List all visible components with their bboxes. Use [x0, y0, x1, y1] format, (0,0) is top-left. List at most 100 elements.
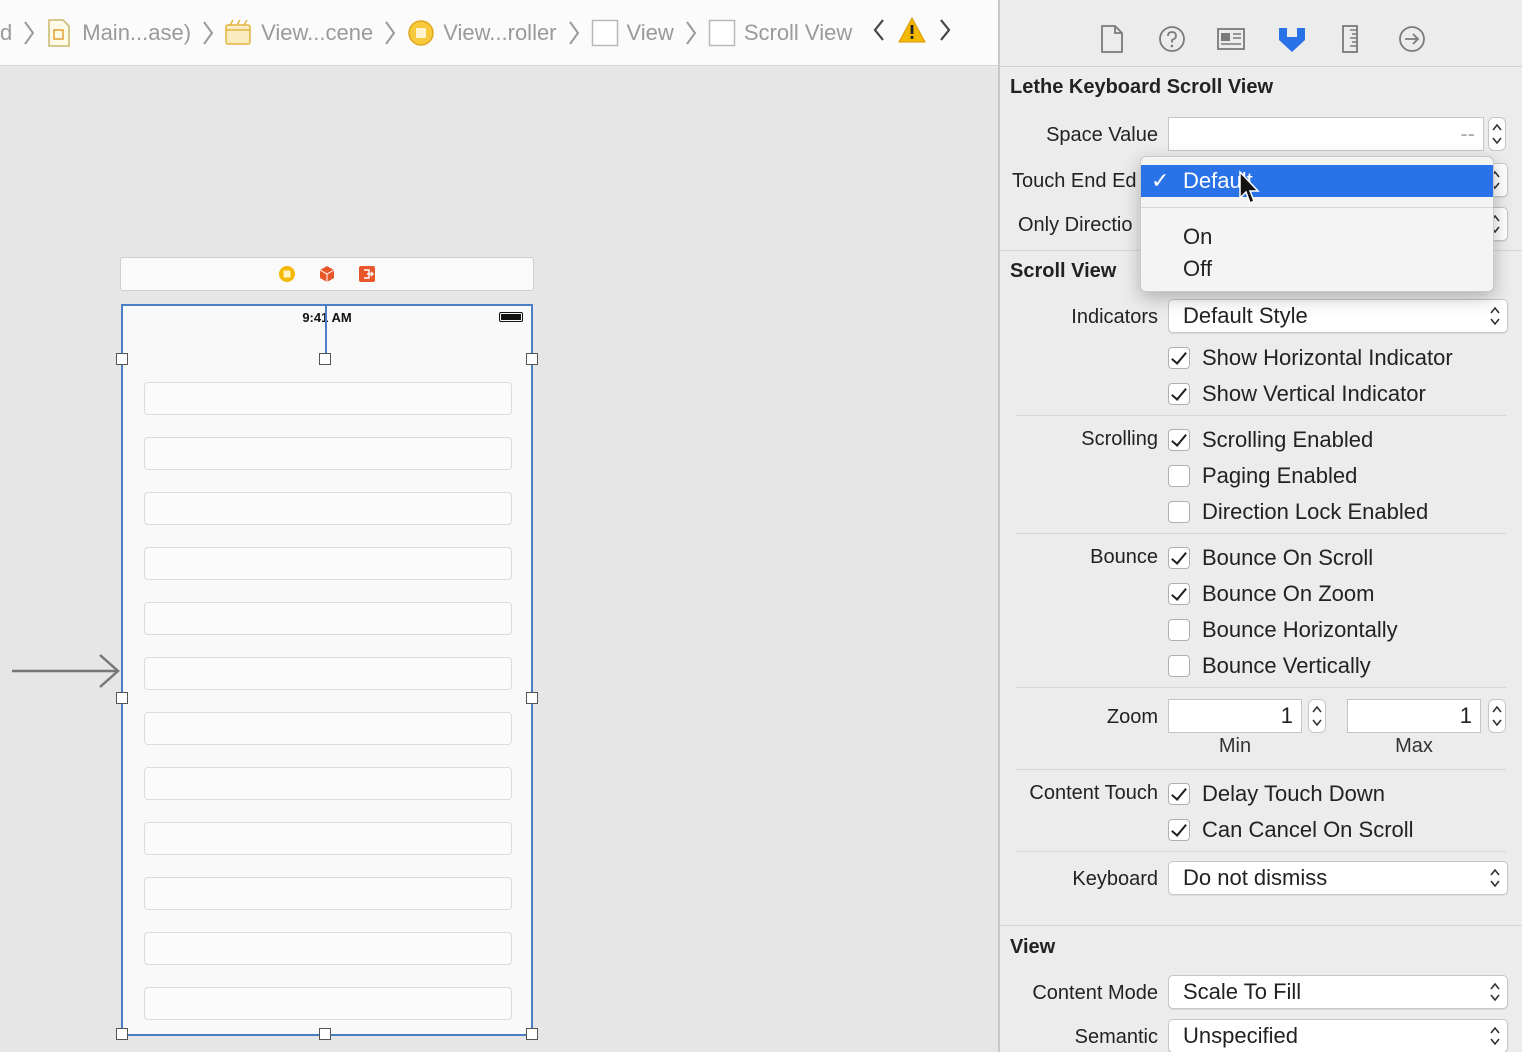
breadcrumb-item-view[interactable]: View: [591, 0, 674, 65]
checkbox-checked[interactable]: [1168, 819, 1190, 841]
text-field-placeholder[interactable]: [144, 382, 512, 415]
menu-item-off[interactable]: Off: [1141, 253, 1493, 285]
text-field-placeholder[interactable]: [144, 822, 512, 855]
bounce-horizontally-checkbox[interactable]: Bounce Horizontally: [1168, 617, 1398, 643]
breadcrumb-item-scroll-view[interactable]: Scroll View: [708, 0, 852, 65]
checkbox-checked[interactable]: [1168, 583, 1190, 605]
inspector-tab-bar: [1000, 0, 1522, 67]
storyboard-canvas[interactable]: 9:41 AM: [0, 67, 998, 1052]
direction-lock-checkbox[interactable]: Direction Lock Enabled: [1168, 499, 1428, 525]
first-responder-icon[interactable]: [318, 265, 336, 283]
text-field-placeholder[interactable]: [144, 492, 512, 525]
updown-chevron-icon: [1490, 982, 1500, 1002]
scroll-view-frame[interactable]: 9:41 AM: [121, 304, 533, 1036]
checkbox-checked[interactable]: [1168, 383, 1190, 405]
checkbox-unchecked[interactable]: [1168, 465, 1190, 487]
content-mode-value: Scale To Fill: [1183, 979, 1302, 1004]
can-cancel-on-scroll-checkbox[interactable]: Can Cancel On Scroll: [1168, 817, 1414, 843]
scrolling-enabled-checkbox[interactable]: Scrolling Enabled: [1168, 427, 1373, 453]
breadcrumb-item[interactable]: d: [0, 0, 12, 65]
text-field-placeholder[interactable]: [144, 657, 512, 690]
text-field-placeholder[interactable]: [144, 437, 512, 470]
menu-item-on[interactable]: On: [1141, 221, 1493, 253]
bounce-on-zoom-checkbox[interactable]: Bounce On Zoom: [1168, 581, 1374, 607]
chevron-left-icon[interactable]: [870, 16, 888, 50]
checkbox-checked[interactable]: [1168, 783, 1190, 805]
zoom-min-stepper[interactable]: [1308, 699, 1326, 733]
show-vertical-checkbox[interactable]: Show Vertical Indicator: [1168, 381, 1426, 407]
content-mode-popup[interactable]: Scale To Fill: [1168, 975, 1508, 1009]
space-value-field[interactable]: --: [1168, 117, 1484, 151]
zoom-max-field[interactable]: 1: [1347, 699, 1481, 733]
breadcrumb-label: Scroll View: [743, 19, 853, 45]
resize-handle[interactable]: [116, 1028, 128, 1040]
resize-handle[interactable]: [116, 353, 128, 365]
resize-handle[interactable]: [319, 1028, 331, 1040]
keyboard-popup[interactable]: Do not dismiss: [1168, 861, 1508, 895]
attributes-inspector-icon[interactable]: [1276, 24, 1305, 54]
size-inspector-icon[interactable]: [1340, 24, 1368, 54]
section-title-scroll-view: Scroll View: [1010, 260, 1117, 282]
exit-icon[interactable]: [358, 265, 376, 283]
text-field-placeholder[interactable]: [144, 877, 512, 910]
breadcrumb-item-scene[interactable]: View...cene: [225, 0, 373, 65]
indicators-label: Indicators: [1071, 306, 1158, 328]
zoom-max-stepper[interactable]: [1488, 699, 1506, 733]
updown-chevron-icon: [1490, 306, 1500, 326]
checkbox-label: Can Cancel On Scroll: [1202, 817, 1414, 842]
mouse-pointer-icon: [1239, 170, 1260, 205]
resize-handle[interactable]: [116, 692, 128, 704]
checkbox-checked[interactable]: [1168, 547, 1190, 569]
identity-inspector-icon[interactable]: [1216, 24, 1245, 54]
file-inspector-icon[interactable]: [1100, 24, 1128, 54]
bounce-label: Bounce: [1090, 546, 1158, 568]
bounce-vertically-checkbox[interactable]: Bounce Vertically: [1168, 653, 1371, 679]
semantic-popup[interactable]: Unspecified: [1168, 1019, 1508, 1052]
checkbox-unchecked[interactable]: [1168, 501, 1190, 523]
resize-handle[interactable]: [319, 353, 331, 365]
text-field-placeholder[interactable]: [144, 987, 512, 1020]
breadcrumb-item-storyboard[interactable]: Main...ase): [46, 0, 191, 65]
checkbox-checked[interactable]: [1168, 429, 1190, 451]
content-touch-label: Content Touch: [1029, 782, 1158, 804]
checkbox-label: Bounce Vertically: [1202, 653, 1371, 678]
text-field-placeholder[interactable]: [144, 602, 512, 635]
zoom-min-field[interactable]: 1: [1168, 699, 1302, 733]
text-field-placeholder[interactable]: [144, 547, 512, 580]
show-horizontal-checkbox[interactable]: Show Horizontal Indicator: [1168, 345, 1453, 371]
content-mode-label: Content Mode: [1032, 982, 1158, 1004]
scene-dock: [120, 257, 534, 291]
warning-icon[interactable]: [898, 16, 927, 49]
space-value-stepper[interactable]: [1488, 117, 1506, 151]
touch-end-dropdown-menu: ✓ Default On Off: [1140, 156, 1494, 292]
status-bar-time: 9:41 AM: [302, 310, 352, 325]
text-field-placeholder[interactable]: [144, 712, 512, 745]
section-title-lethe: Lethe Keyboard Scroll View: [1010, 76, 1274, 98]
breadcrumb-item-view-controller[interactable]: View...roller: [407, 0, 557, 65]
chevron-right-icon[interactable]: [936, 16, 954, 50]
resize-handle[interactable]: [526, 692, 538, 704]
connections-inspector-icon[interactable]: [1398, 24, 1426, 54]
checkbox-unchecked[interactable]: [1168, 619, 1190, 641]
resize-handle[interactable]: [526, 1028, 538, 1040]
menu-item-default[interactable]: ✓ Default: [1141, 165, 1493, 197]
checkbox-unchecked[interactable]: [1168, 655, 1190, 677]
indicators-popup[interactable]: Default Style: [1168, 299, 1508, 333]
resize-handle[interactable]: [526, 353, 538, 365]
chevron-right-icon: [22, 19, 36, 47]
top-constraint-guide: [325, 306, 327, 360]
bounce-on-scroll-checkbox[interactable]: Bounce On Scroll: [1168, 545, 1373, 571]
menu-separator: [1141, 207, 1493, 208]
scroll-view-icon: [708, 19, 736, 47]
view-controller-icon[interactable]: [278, 265, 296, 283]
view-controller-icon: [407, 19, 434, 47]
checkbox-label: Bounce On Zoom: [1202, 581, 1375, 606]
text-field-placeholder[interactable]: [144, 767, 512, 800]
delay-touch-down-checkbox[interactable]: Delay Touch Down: [1168, 781, 1385, 807]
checkbox-checked[interactable]: [1168, 347, 1190, 369]
text-field-placeholder[interactable]: [144, 932, 512, 965]
paging-enabled-checkbox[interactable]: Paging Enabled: [1168, 463, 1357, 489]
semantic-label: Semantic: [1074, 1026, 1158, 1048]
quick-help-icon[interactable]: [1158, 24, 1186, 54]
space-value-label: Space Value: [1046, 124, 1158, 146]
